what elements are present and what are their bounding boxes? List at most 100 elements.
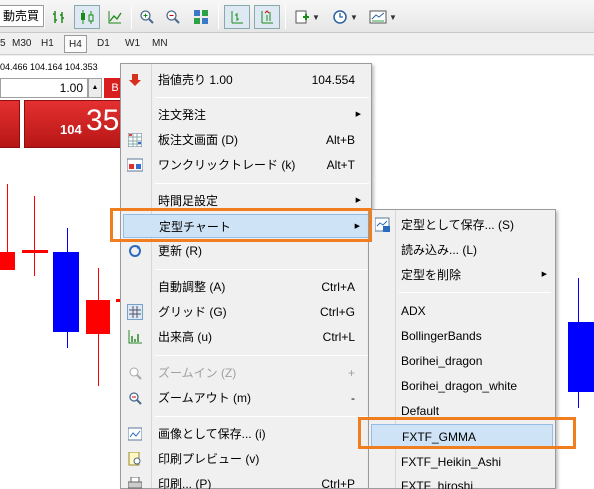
candle [22, 250, 48, 253]
menu-item-shortcut: + [347, 366, 355, 380]
buy-price-big: 35 [86, 104, 120, 137]
lot-size-spinner[interactable]: ▲ [88, 78, 102, 98]
menu-item-label: 画像として保存... (i) [158, 427, 266, 441]
menu-zoom-out[interactable]: ズームアウト (m) - [123, 386, 369, 410]
submenu-item-label: 読み込み... (L) [401, 243, 478, 257]
menu-item-label: グリッド (G) [158, 305, 227, 319]
grid-icon [127, 304, 143, 320]
line-chart-icon[interactable] [104, 5, 126, 29]
zoom-out-icon [127, 390, 143, 406]
zoom-in-icon[interactable] [136, 5, 158, 29]
highlight-box-template [110, 208, 372, 242]
zoom-out-icon[interactable] [162, 5, 184, 29]
template-item-borihei-dragon-white[interactable]: Borihei_dragon_white [371, 374, 553, 398]
menu-item-label: ズームアウト (m) [158, 391, 251, 405]
menu-item-shortcut: - [351, 391, 355, 405]
autotrading-label: 動売買 [3, 9, 40, 23]
menu-item-label: 板注文画面 (D) [158, 133, 238, 147]
submenu-save-template[interactable]: 定型として保存... (S) [371, 213, 553, 237]
template-item-borihei-dragon[interactable]: Borihei_dragon [371, 349, 553, 373]
submenu-item-label: 定型として保存... (S) [401, 218, 514, 232]
menu-item-label: ズームイン (Z) [158, 366, 237, 380]
menu-item-label: 出来高 (u) [158, 330, 213, 344]
main-toolbar: 動売買 ▼ ▼ ▼ [0, 0, 594, 33]
menu-sell-limit[interactable]: 指値売り 1.00 104.554 [123, 68, 369, 92]
submenu-item-label: BollingerBands [401, 329, 482, 343]
menu-item-shortcut: Ctrl+L [322, 330, 355, 344]
menu-item-shortcut: Alt+T [326, 158, 355, 172]
menu-item-shortcut: Ctrl+G [319, 305, 355, 319]
menu-grid[interactable]: グリッド (G) Ctrl+G [123, 300, 369, 324]
highlight-box-fxtf-gmma [358, 417, 576, 449]
tf-mn[interactable]: MN [148, 35, 172, 53]
template-item-fxtf-hiroshi[interactable]: FXTF_hiroshi [371, 474, 553, 489]
menu-item-label: 更新 (R) [158, 244, 202, 258]
timeframes-toolbar: 5 M30 H1 H4 D1 W1 MN [0, 33, 594, 55]
candle [568, 322, 594, 392]
print-icon [127, 476, 143, 489]
candle [53, 252, 79, 332]
buy-price-small: 104 [60, 122, 82, 137]
tf-d1[interactable]: D1 [93, 35, 114, 53]
chart-context-menu: 指値売り 1.00 104.554 注文発注 ▶ 板注文画面 (D) Alt+B… [120, 63, 372, 489]
tile-windows-icon[interactable] [190, 5, 212, 29]
submenu-item-label: Borihei_dragon_white [401, 379, 518, 393]
save-as-picture-icon [127, 426, 143, 442]
menu-print-preview[interactable]: 印刷プレビュー (v) [123, 447, 369, 471]
template-item-adx[interactable]: ADX [371, 299, 553, 323]
tf-h1[interactable]: H1 [37, 35, 58, 53]
menu-one-click-trading[interactable]: ワンクリックトレード (k) Alt+T [123, 153, 369, 177]
zoom-in-icon [127, 365, 143, 381]
autotrading-button[interactable]: 動売買 [0, 5, 45, 27]
menu-item-label: 印刷プレビュー (v) [158, 452, 260, 466]
submenu-arrow-icon: ▶ [355, 111, 361, 118]
tf-m30[interactable]: M30 [8, 35, 35, 53]
submenu-item-label: Borihei_dragon [401, 354, 483, 368]
autoscroll-icon[interactable] [254, 5, 280, 29]
candlestick-icon[interactable] [74, 5, 100, 29]
sell-panel[interactable] [0, 100, 20, 148]
menu-volumes[interactable]: 出来高 (u) Ctrl+L [123, 325, 369, 349]
menu-item-shortcut: 104.554 [311, 73, 355, 87]
tf-h4[interactable]: H4 [64, 35, 87, 53]
submenu-item-label: FXTF_Heikin_Ashi [401, 455, 502, 469]
lot-size-input[interactable]: 1.00 [0, 78, 88, 98]
templates-icon[interactable]: ▼ [366, 5, 400, 29]
depth-of-market-icon [127, 132, 143, 148]
volumes-icon [127, 329, 143, 345]
submenu-remove-template[interactable]: 定型を削除 ▶ [371, 263, 553, 287]
submenu-load-template[interactable]: 読み込み... (L) [371, 238, 553, 262]
bar-chart-icon[interactable] [48, 5, 70, 29]
menu-autoscale[interactable]: 自動調整 (A) Ctrl+A [123, 275, 369, 299]
menu-item-label: 印刷... (P) [158, 477, 212, 489]
one-click-trading-icon [127, 157, 143, 173]
chart-shift-icon[interactable] [224, 5, 250, 29]
menu-refresh[interactable]: 更新 (R) [123, 239, 369, 263]
template-item-bollingerbands[interactable]: BollingerBands [371, 324, 553, 348]
menu-item-label: 自動調整 (A) [158, 280, 226, 294]
refresh-icon [127, 243, 143, 259]
candle [34, 196, 35, 276]
periods-icon[interactable]: ▼ [328, 5, 362, 29]
submenu-item-label: FXTF_hiroshi [401, 479, 474, 489]
menu-item-shortcut: Alt+B [325, 133, 355, 147]
menu-item-label: 指値売り 1.00 [158, 73, 233, 87]
submenu-item-label: ADX [401, 304, 426, 318]
submenu-item-label: 定型を削除 [401, 268, 462, 282]
tf-w1[interactable]: W1 [121, 35, 144, 53]
menu-trading[interactable]: 注文発注 ▶ [123, 103, 369, 127]
menu-item-label: 注文発注 [158, 108, 207, 122]
mt4-window: 動売買 ▼ ▼ ▼ 5 M30 H1 H4 D1 W1 MN 04.466 10… [0, 0, 594, 489]
template-item-fxtf-heikin-ashi[interactable]: FXTF_Heikin_Ashi [371, 450, 553, 474]
ohlc-readout: 04.466 104.164 104.353 [0, 62, 98, 72]
menu-save-as-picture[interactable]: 画像として保存... (i) [123, 422, 369, 446]
menu-print[interactable]: 印刷... (P) Ctrl+P [123, 472, 369, 489]
indicators-icon[interactable]: ▼ [290, 5, 324, 29]
candle [86, 300, 110, 334]
print-preview-icon [127, 451, 143, 467]
menu-depth-of-market[interactable]: 板注文画面 (D) Alt+B [123, 128, 369, 152]
candle [0, 252, 15, 270]
menu-item-label: ワンクリックトレード (k) [158, 158, 296, 172]
menu-zoom-in[interactable]: ズームイン (Z) + [123, 361, 369, 385]
submenu-arrow-icon: ▶ [541, 271, 547, 278]
